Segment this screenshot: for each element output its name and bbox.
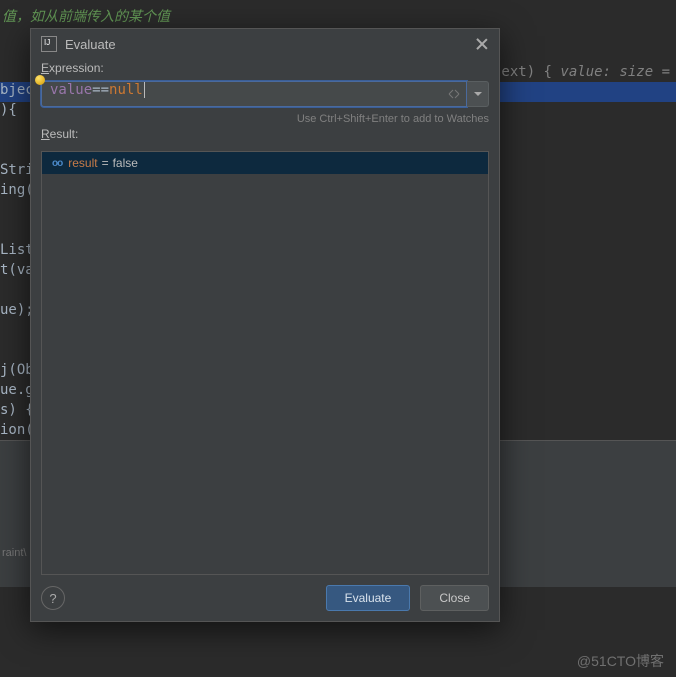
evaluate-button[interactable]: Evaluate [326,585,411,611]
result-label: Result: [41,127,489,141]
code-comment: 值，如从前端传入的某个值 [2,6,170,26]
dialog-titlebar: Evaluate [31,29,499,59]
expression-label: Expression: [41,61,489,75]
shortcut-hint: Use Ctrl+Shift+Enter to add to Watches [41,113,489,125]
watch-icon: oo [52,158,62,169]
evaluate-dialog: Evaluate Expression: value==null Use Ctr… [30,28,500,622]
watermark: @51CTO博客 [577,651,664,671]
expression-input[interactable]: value==null [41,81,467,107]
close-button[interactable]: Close [420,585,489,611]
result-panel: oo result = false [41,151,489,575]
result-name: result [68,156,97,170]
expand-icon[interactable] [447,87,461,101]
dialog-title: Evaluate [65,37,116,52]
inline-hint: ext) { value: size = [501,64,670,80]
chevron-down-icon [474,92,482,96]
close-icon[interactable] [475,37,489,51]
help-button[interactable]: ? [41,586,65,610]
background-code: bjec ){ Stri ing( List t(va ue); j(Ob ue… [0,60,34,440]
history-dropdown[interactable] [467,81,489,107]
result-value: false [113,156,138,170]
status-bar-text: raint\ [2,547,26,559]
intention-bulb-icon[interactable] [35,75,45,85]
app-icon [41,36,57,52]
result-row[interactable]: oo result = false [42,152,488,174]
